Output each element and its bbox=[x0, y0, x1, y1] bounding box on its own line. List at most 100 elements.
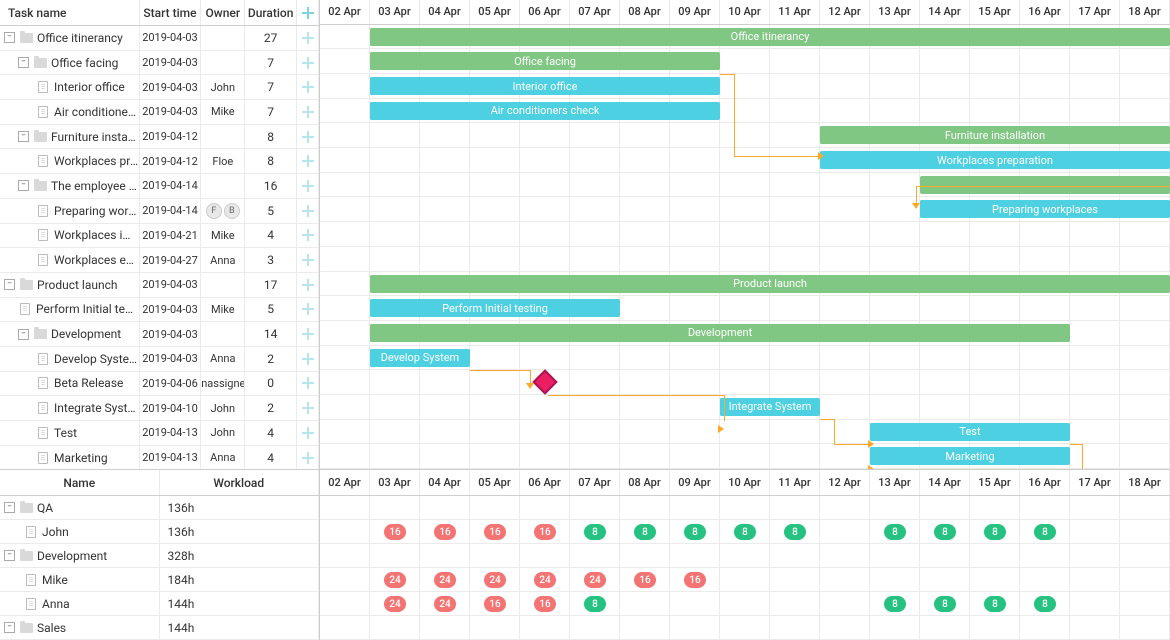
group-bar[interactable]: Product launch bbox=[370, 275, 1170, 293]
task-row[interactable]: −Development2019-04-0314 bbox=[0, 322, 319, 347]
workload-chip[interactable]: 8 bbox=[984, 596, 1006, 612]
add-task-button[interactable] bbox=[297, 322, 319, 346]
wl-col-workload[interactable]: Workload bbox=[160, 470, 320, 495]
task-bar[interactable]: Preparing workplaces bbox=[920, 200, 1170, 218]
expander-icon[interactable]: − bbox=[4, 550, 15, 561]
workload-chip[interactable]: 16 bbox=[484, 524, 506, 540]
expander-icon[interactable]: − bbox=[18, 57, 29, 68]
task-row[interactable]: Workplaces preparation2019-04-12Floe8 bbox=[0, 149, 319, 174]
add-task-button[interactable] bbox=[297, 273, 319, 297]
add-task-button[interactable] bbox=[297, 421, 319, 445]
workload-chip[interactable]: 8 bbox=[1034, 596, 1056, 612]
workload-row[interactable]: Anna144h bbox=[0, 592, 319, 616]
add-task-button[interactable] bbox=[297, 372, 319, 396]
add-task-button[interactable] bbox=[297, 396, 319, 420]
workload-chip[interactable]: 16 bbox=[534, 596, 556, 612]
workload-chip[interactable]: 24 bbox=[534, 572, 556, 588]
expander-icon[interactable]: − bbox=[18, 329, 29, 340]
workload-chip[interactable]: 8 bbox=[584, 524, 606, 540]
workload-chip[interactable]: 8 bbox=[584, 596, 606, 612]
task-row[interactable]: −Product launch2019-04-0317 bbox=[0, 273, 319, 298]
expander-icon[interactable]: − bbox=[4, 622, 15, 633]
workload-chip[interactable]: 24 bbox=[384, 572, 406, 588]
group-bar[interactable]: Office facing bbox=[370, 52, 720, 70]
task-row[interactable]: Develop System2019-04-03Anna2 bbox=[0, 347, 319, 372]
add-task-button[interactable] bbox=[297, 100, 319, 124]
task-row[interactable]: Preparing workplaces2019-04-14FB5 bbox=[0, 199, 319, 224]
milestone[interactable] bbox=[532, 370, 557, 395]
group-bar[interactable] bbox=[920, 176, 1170, 194]
task-row[interactable]: −Furniture installation2019-04-128 bbox=[0, 125, 319, 150]
add-task-button[interactable] bbox=[297, 446, 319, 469]
col-owner[interactable]: Owner bbox=[201, 0, 245, 25]
task-bar[interactable]: Test bbox=[870, 423, 1070, 441]
add-task-button[interactable] bbox=[297, 26, 319, 50]
group-bar[interactable]: Development bbox=[370, 324, 1070, 342]
workload-chip[interactable]: 8 bbox=[684, 524, 706, 540]
workload-row[interactable]: −Development328h bbox=[0, 544, 319, 568]
workload-chip[interactable]: 16 bbox=[534, 524, 556, 540]
workload-chip[interactable]: 24 bbox=[434, 596, 456, 612]
add-task-button[interactable] bbox=[297, 174, 319, 198]
col-task-name[interactable]: Task name bbox=[0, 0, 140, 25]
workload-chip[interactable]: 8 bbox=[934, 596, 956, 612]
group-bar[interactable]: Furniture installation bbox=[820, 126, 1170, 144]
add-task-button[interactable] bbox=[297, 75, 319, 99]
workload-row[interactable]: John136h bbox=[0, 520, 319, 544]
add-task-button[interactable] bbox=[297, 51, 319, 75]
workload-chip[interactable]: 8 bbox=[884, 596, 906, 612]
workload-chip[interactable]: 8 bbox=[884, 524, 906, 540]
workload-chip[interactable]: 8 bbox=[1034, 524, 1056, 540]
task-bar[interactable]: Interior office bbox=[370, 77, 720, 95]
workload-chip[interactable]: 16 bbox=[384, 524, 406, 540]
task-bar[interactable]: Integrate System bbox=[720, 398, 820, 416]
workload-chip[interactable]: 8 bbox=[634, 524, 656, 540]
add-task-button[interactable] bbox=[297, 199, 319, 223]
workload-chip[interactable]: 24 bbox=[484, 572, 506, 588]
workload-row[interactable]: −Sales144h bbox=[0, 616, 319, 640]
task-bar[interactable]: Perform Initial testing bbox=[370, 299, 620, 317]
workload-chip[interactable]: 8 bbox=[784, 524, 806, 540]
task-row[interactable]: −Office itinerancy2019-04-0327 bbox=[0, 26, 319, 51]
workload-row[interactable]: Mike184h bbox=[0, 568, 319, 592]
task-row[interactable]: Interior office2019-04-03John7 bbox=[0, 75, 319, 100]
task-row[interactable]: Workplaces exportation2019-04-27Anna3 bbox=[0, 248, 319, 273]
col-start-time[interactable]: Start time bbox=[140, 0, 202, 25]
add-task-button[interactable] bbox=[297, 298, 319, 322]
group-bar[interactable]: Office itinerancy bbox=[370, 28, 1170, 46]
workload-chip[interactable]: 16 bbox=[484, 596, 506, 612]
workload-chip[interactable]: 16 bbox=[434, 524, 456, 540]
task-row[interactable]: Integrate System2019-04-10John2 bbox=[0, 396, 319, 421]
add-task-button[interactable] bbox=[297, 347, 319, 371]
workload-chip[interactable]: 24 bbox=[434, 572, 456, 588]
add-task-button[interactable] bbox=[297, 224, 319, 248]
workload-chip[interactable]: 8 bbox=[984, 524, 1006, 540]
expander-icon[interactable]: − bbox=[18, 180, 29, 191]
task-bar[interactable]: Air conditioners check bbox=[370, 102, 720, 120]
workload-chip[interactable]: 24 bbox=[384, 596, 406, 612]
task-row[interactable]: −The employee relocation2019-04-1416 bbox=[0, 174, 319, 199]
task-bar[interactable]: Marketing bbox=[870, 447, 1070, 465]
workload-chip[interactable]: 8 bbox=[934, 524, 956, 540]
workload-chip[interactable]: 8 bbox=[734, 524, 756, 540]
expander-icon[interactable]: − bbox=[4, 279, 15, 290]
workload-chip[interactable]: 24 bbox=[584, 572, 606, 588]
add-task-button[interactable] bbox=[297, 248, 319, 272]
add-task-button[interactable] bbox=[297, 125, 319, 149]
add-task-button[interactable] bbox=[297, 149, 319, 173]
workload-chip[interactable]: 16 bbox=[684, 572, 706, 588]
task-row[interactable]: Marketing2019-04-13Anna4 bbox=[0, 446, 319, 469]
task-bar[interactable]: Develop System bbox=[370, 349, 470, 367]
workload-row[interactable]: −QA136h bbox=[0, 496, 319, 520]
wl-col-name[interactable]: Name bbox=[0, 470, 160, 495]
expander-icon[interactable]: − bbox=[4, 32, 15, 43]
col-add[interactable] bbox=[297, 0, 319, 25]
gantt-bars-area[interactable]: Office itinerancy Office facing Interior o… bbox=[320, 25, 1170, 469]
expander-icon[interactable]: − bbox=[4, 502, 15, 513]
task-row[interactable]: Test2019-04-13John4 bbox=[0, 421, 319, 446]
workload-chip[interactable]: 16 bbox=[634, 572, 656, 588]
task-row[interactable]: −Office facing2019-04-037 bbox=[0, 51, 319, 76]
col-duration[interactable]: Duration bbox=[245, 0, 297, 25]
task-row[interactable]: Air conditioners check2019-04-03Mike7 bbox=[0, 100, 319, 125]
expander-icon[interactable]: − bbox=[18, 131, 29, 142]
